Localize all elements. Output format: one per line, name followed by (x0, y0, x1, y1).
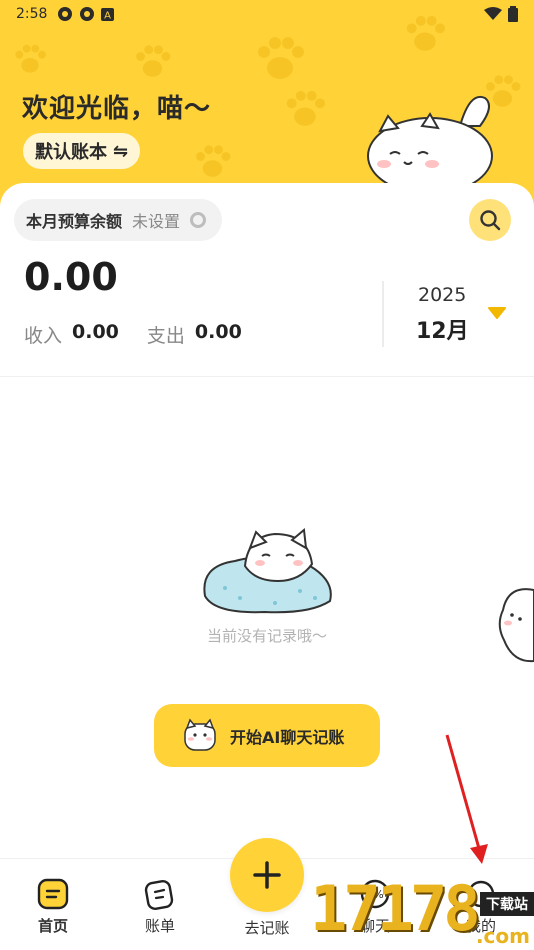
account-book-label: 默认账本 (35, 142, 107, 163)
watermark-domain: .com (475, 924, 530, 948)
budget-label: 本月预算余额 (26, 212, 123, 231)
switch-icon: ⇋ (113, 140, 129, 162)
paw-icon (196, 145, 231, 177)
month-label[interactable]: 12月 (416, 313, 469, 345)
cat-avatar-icon (184, 718, 216, 751)
search-icon (480, 210, 501, 231)
section-divider (0, 376, 534, 377)
home-icon (37, 878, 69, 910)
status-bar: 2:58 A (0, 0, 534, 28)
app-a-icon: A (101, 7, 115, 21)
tab-home[interactable]: 首页 (18, 877, 88, 936)
paw-icon (258, 37, 304, 79)
paw-icon (136, 45, 171, 77)
battery-icon (508, 6, 518, 22)
income-value: 0.00 (72, 321, 119, 343)
paw-icon (15, 44, 46, 73)
income-expense-row: 收入 0.00 支出 0.00 (24, 321, 260, 348)
watermark-digits: 17178 (310, 872, 481, 945)
income-label: 收入 (24, 325, 63, 347)
vertical-divider (382, 281, 384, 347)
start-ai-chat-label: 开始AI聊天记账 (230, 727, 345, 747)
summary-card: 本月预算余额 未设置 0.00 收入 0.00 支出 0.00 2025 12月 (0, 183, 534, 378)
add-record-label: 去记账 (244, 919, 290, 937)
budget-ring-icon (190, 212, 207, 228)
wifi-icon (484, 7, 502, 20)
floating-cat-icon[interactable] (498, 585, 534, 665)
notification-icon (80, 7, 95, 21)
plus-icon (253, 861, 281, 889)
balance-amount: 0.00 (24, 255, 118, 299)
watermark: 17178 下载站 .com (310, 862, 534, 950)
cat-mascot-icon (367, 95, 493, 191)
year-label[interactable]: 2025 (418, 284, 466, 306)
expense-label: 支出 (146, 325, 185, 347)
budget-status: 未设置 (132, 212, 181, 231)
paw-icon (286, 90, 325, 126)
svg-text:A: A (105, 10, 112, 21)
budget-pill[interactable]: 本月预算余额 未设置 (14, 199, 223, 241)
notification-icon (58, 7, 73, 21)
tab-bills-label: 账单 (144, 917, 175, 935)
start-ai-chat-button[interactable]: 开始AI聊天记账 (154, 704, 380, 767)
watermark-tag: 下载站 (480, 892, 534, 916)
account-book-switch-button[interactable]: 默认账本 ⇋ (23, 133, 141, 169)
welcome-title: 欢迎光临，喵～ (22, 94, 212, 124)
tab-home-label: 首页 (37, 917, 68, 935)
status-time: 2:58 (16, 6, 48, 22)
add-record-button[interactable] (230, 838, 304, 912)
search-button[interactable] (469, 199, 511, 241)
empty-state-text: 当前没有记录哦～ (206, 627, 327, 645)
triangle-down-icon[interactable] (487, 306, 507, 320)
bill-icon (144, 880, 174, 910)
expense-value: 0.00 (194, 321, 242, 343)
sleeping-cat-illustration (203, 528, 332, 614)
tab-bills[interactable]: 账单 (125, 877, 195, 936)
